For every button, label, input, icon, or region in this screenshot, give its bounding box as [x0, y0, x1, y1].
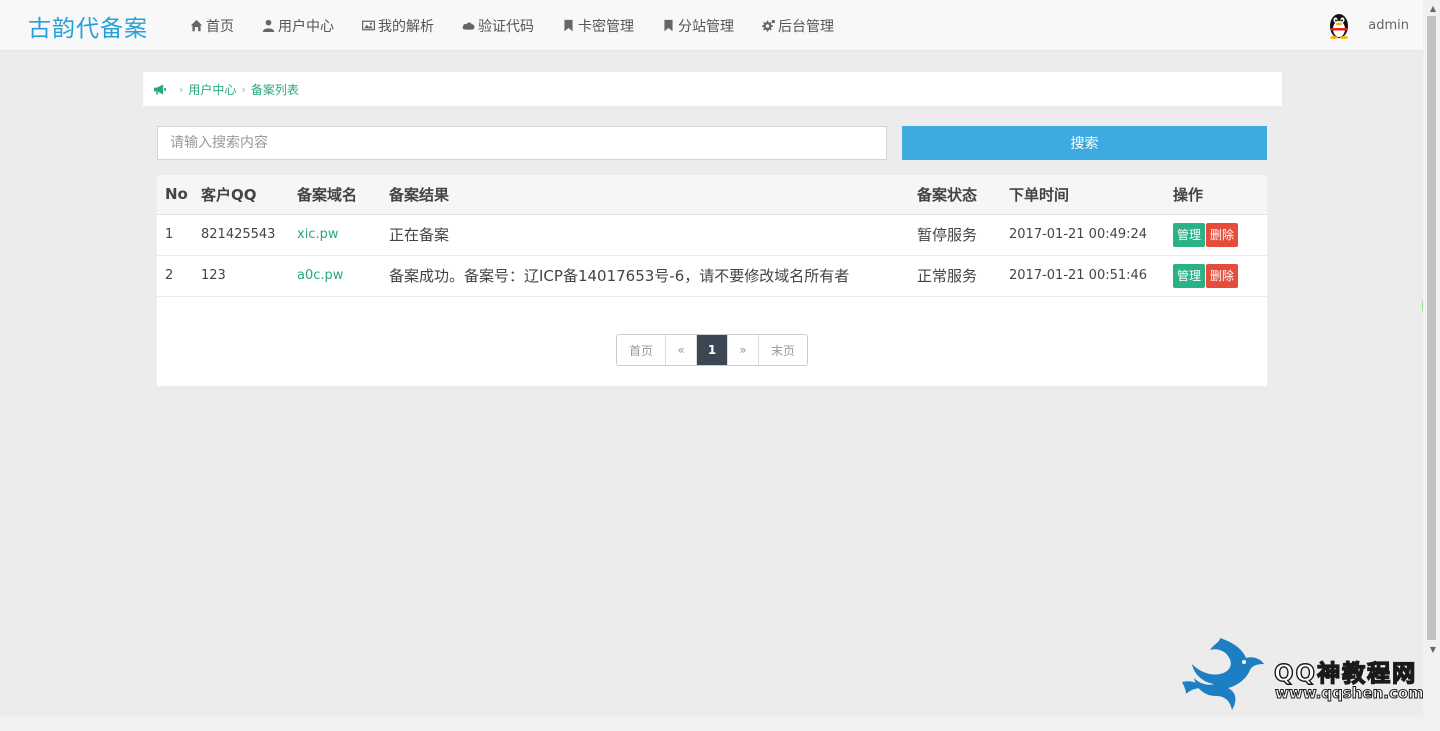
cell-status: 正常服务 — [909, 255, 1001, 297]
pagination: 首页 « 1 » 末页 — [616, 334, 808, 366]
top-navbar: 古韵代备案 首页 用户中心 我的解析 验证代码 卡密管理 分站管理 后台管理 a… — [0, 0, 1423, 51]
nav-item-verify-code[interactable]: 验证代码 — [462, 16, 534, 36]
image-icon — [362, 20, 375, 31]
table-row: 2 123 a0c.pw 备案成功。备案号：辽ICP备14017653号-6，请… — [157, 255, 1267, 297]
dragon-logo-icon — [1182, 638, 1264, 710]
record-table: No 客户QQ 备案域名 备案结果 备案状态 下单时间 操作 1 8214255… — [157, 175, 1267, 297]
nav-item-label: 我的解析 — [378, 18, 434, 35]
nav-item-label: 首页 — [206, 18, 234, 35]
nav-item-user-center[interactable]: 用户中心 — [262, 16, 334, 36]
vertical-scrollbar[interactable]: ▲ ▼ — [1423, 0, 1440, 731]
search-input[interactable] — [157, 126, 887, 160]
delete-button[interactable]: 删除 — [1206, 263, 1239, 288]
nav-item-label: 分站管理 — [678, 18, 734, 35]
breadcrumb-record-list[interactable]: 备案列表 — [251, 81, 299, 98]
bullhorn-icon — [154, 83, 166, 95]
watermark-title: QQ神教程网 — [1273, 660, 1418, 687]
page-prev[interactable]: « — [666, 335, 697, 365]
user-menu[interactable]: admin — [1326, 11, 1409, 39]
record-list-panel: No 客户QQ 备案域名 备案结果 备案状态 下单时间 操作 1 8214255… — [157, 175, 1267, 386]
manage-button[interactable]: 管理 — [1173, 222, 1206, 247]
cell-actions: 管理 删除 — [1165, 255, 1267, 297]
nav-item-home[interactable]: 首页 — [190, 16, 234, 36]
column-header-result: 备案结果 — [381, 175, 909, 215]
column-header-status: 备案状态 — [909, 175, 1001, 215]
delete-button[interactable]: 删除 — [1206, 222, 1239, 247]
nav-item-label: 卡密管理 — [578, 18, 634, 35]
cell-result: 正在备案 — [381, 214, 909, 256]
nav-item-admin[interactable]: 后台管理 — [762, 16, 834, 36]
page-last[interactable]: 末页 — [759, 335, 807, 365]
cell-result: 备案成功。备案号：辽ICP备14017653号-6，请不要修改域名所有者 — [381, 255, 909, 297]
table-row: 1 821425543 xic.pw 正在备案 暂停服务 2017-01-21 … — [157, 214, 1267, 256]
username: admin — [1368, 17, 1409, 33]
bookmark-icon — [564, 19, 573, 32]
home-icon — [190, 19, 203, 32]
manage-button[interactable]: 管理 — [1173, 263, 1206, 288]
cloud-icon — [462, 22, 475, 30]
search-button[interactable]: 搜索 — [902, 126, 1267, 160]
column-header-domain: 备案域名 — [289, 175, 381, 215]
watermark-logo: QQ神教程网 www.qqshen.com — [1180, 636, 1430, 712]
cell-qq: 821425543 — [193, 214, 289, 256]
brand-logo[interactable]: 古韵代备案 — [28, 9, 148, 43]
user-icon — [262, 19, 275, 32]
scroll-up-arrow-icon[interactable]: ▲ — [1430, 4, 1436, 13]
column-header-actions: 操作 — [1165, 175, 1267, 215]
bookmark-icon — [664, 19, 673, 32]
cell-no: 2 — [157, 255, 193, 297]
cell-qq: 123 — [193, 255, 289, 297]
nav-item-my-dns[interactable]: 我的解析 — [362, 16, 434, 36]
cell-actions: 管理 删除 — [1165, 214, 1267, 256]
breadcrumb-user-center[interactable]: 用户中心 — [188, 81, 236, 98]
cell-status: 暂停服务 — [909, 214, 1001, 256]
horizontal-scrollbar[interactable] — [0, 716, 1440, 731]
page-first[interactable]: 首页 — [617, 335, 666, 365]
table-header-row: No 客户QQ 备案域名 备案结果 备案状态 下单时间 操作 — [157, 175, 1267, 215]
gears-icon — [762, 19, 775, 32]
nav-item-card-manage[interactable]: 卡密管理 — [562, 16, 634, 36]
nav-item-label: 用户中心 — [278, 18, 334, 35]
cell-time: 2017-01-21 00:51:46 — [1001, 255, 1165, 297]
nav-item-substation-manage[interactable]: 分站管理 — [662, 16, 734, 36]
scroll-down-arrow-icon[interactable]: ▼ — [1430, 645, 1436, 654]
scrollbar-thumb[interactable] — [1427, 16, 1436, 640]
column-header-time: 下单时间 — [1001, 175, 1165, 215]
cell-no: 1 — [157, 214, 193, 256]
page-current[interactable]: 1 — [697, 335, 728, 365]
qq-penguin-icon — [1330, 14, 1349, 39]
cell-domain-link[interactable]: a0c.pw — [289, 255, 381, 297]
watermark-url: www.qqshen.com — [1275, 684, 1425, 703]
cell-domain-link[interactable]: xic.pw — [289, 214, 381, 256]
breadcrumb: › 用户中心 › 备案列表 — [143, 72, 1282, 106]
nav-item-label: 验证代码 — [478, 18, 534, 35]
main-nav: 首页 用户中心 我的解析 验证代码 卡密管理 分站管理 后台管理 — [190, 0, 862, 51]
page-next[interactable]: » — [728, 335, 759, 365]
breadcrumb-separator: › — [241, 82, 246, 96]
cell-time: 2017-01-21 00:49:24 — [1001, 214, 1165, 256]
breadcrumb-separator: › — [179, 82, 184, 96]
column-header-no: No — [157, 175, 193, 215]
column-header-qq: 客户QQ — [193, 175, 289, 215]
nav-item-label: 后台管理 — [778, 18, 834, 35]
